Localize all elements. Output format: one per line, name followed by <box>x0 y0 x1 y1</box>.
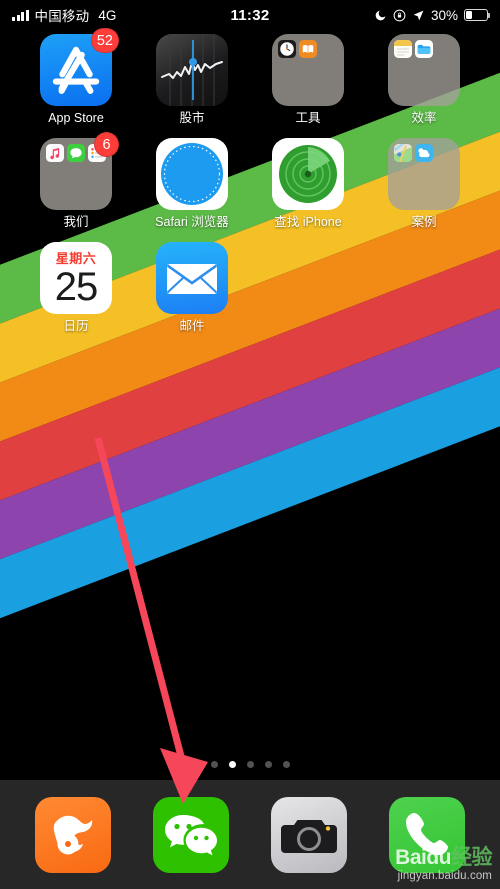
folder-icon-tools[interactable]: 工具 <box>250 34 366 126</box>
productivity-folder-wrap[interactable] <box>388 34 460 106</box>
app-icon-find-iphone[interactable]: 查找 iPhone <box>250 138 366 230</box>
battery-percent: 30% <box>430 7 458 23</box>
dock-app-wechat[interactable] <box>153 796 229 873</box>
app-icon-mail[interactable]: 邮件 <box>134 242 250 334</box>
stocks-icon[interactable] <box>156 34 228 106</box>
files-icon <box>415 40 433 58</box>
phone-icon[interactable] <box>389 796 465 873</box>
mail-icon[interactable] <box>156 242 228 314</box>
app-icon-calendar[interactable]: 星期六 25 日历 <box>18 242 134 334</box>
signal-bars-icon <box>12 9 29 21</box>
folder-icon-us[interactable]: 6 我们 <box>18 132 134 230</box>
calendar-weekday: 星期六 <box>55 251 97 266</box>
app-icon-app-store[interactable]: 52 App Store <box>18 28 134 126</box>
us-folder-wrap[interactable]: 6 <box>40 132 119 210</box>
folder-label-us: 我们 <box>63 215 89 229</box>
find-iphone-icon-wrap[interactable] <box>272 138 344 210</box>
status-bar-left: 中国移动 4G <box>12 5 116 25</box>
status-bar-right: 30% <box>374 7 491 23</box>
badge-app-store: 52 <box>90 28 119 53</box>
page-dot-4[interactable] <box>264 760 272 768</box>
folder-label-productivity: 效率 <box>411 111 437 125</box>
folder-label-cases: 案例 <box>411 215 437 229</box>
folder-icon[interactable] <box>388 34 460 106</box>
dock-app-camera[interactable] <box>271 796 347 873</box>
weather-icon <box>415 144 433 162</box>
dock-app-phone[interactable] <box>389 796 465 873</box>
wechat-icon[interactable] <box>153 796 229 873</box>
battery-icon <box>464 9 491 21</box>
books-icon <box>299 40 317 58</box>
calendar-icon-wrap[interactable]: 星期六 25 <box>40 242 112 314</box>
safari-icon[interactable] <box>156 138 228 210</box>
mail-icon-wrap[interactable] <box>156 242 228 314</box>
moon-icon <box>374 9 387 22</box>
uc-browser-icon[interactable] <box>35 796 111 873</box>
page-dot-5[interactable] <box>282 760 290 768</box>
app-icon-safari[interactable]: Safari 浏览器 <box>134 138 250 230</box>
folder-icon[interactable] <box>388 138 460 210</box>
stocks-icon-wrap[interactable] <box>156 34 228 106</box>
carrier-name: 中国移动 <box>34 9 90 24</box>
calendar-icon[interactable]: 星期六 25 <box>40 242 112 314</box>
status-bar: 中国移动 4G 11:32 30% <box>0 0 500 30</box>
location-arrow-icon <box>412 9 425 22</box>
app-label-stocks: 股市 <box>179 111 205 125</box>
app-grid: 52 App Store 股市 工具 效率 6 我们 Safari 浏览器 查找… <box>0 28 500 334</box>
cases-folder-wrap[interactable] <box>388 138 460 210</box>
clock-icon <box>278 40 296 58</box>
app-store-icon-wrap[interactable]: 52 <box>40 28 119 106</box>
calendar-day: 25 <box>54 265 98 309</box>
network-type: 4G <box>98 7 117 23</box>
app-label-find-iphone: 查找 iPhone <box>274 215 342 229</box>
page-dot-3[interactable] <box>246 760 254 768</box>
rotation-lock-icon <box>393 9 406 22</box>
page-dot-2[interactable] <box>228 760 236 768</box>
app-icon-stocks[interactable]: 股市 <box>134 34 250 126</box>
page-dots[interactable] <box>0 758 500 770</box>
maps-icon <box>394 144 412 162</box>
page-dot-1[interactable] <box>210 760 218 768</box>
app-label-app-store: App Store <box>48 111 104 125</box>
camera-icon[interactable] <box>271 796 347 873</box>
app-label-calendar: 日历 <box>63 319 89 333</box>
tools-folder-wrap[interactable] <box>272 34 344 106</box>
safari-icon-wrap[interactable] <box>156 138 228 210</box>
find-iphone-icon[interactable] <box>272 138 344 210</box>
messages-icon <box>67 144 85 162</box>
notes-icon <box>394 40 412 58</box>
badge-us-folder: 6 <box>94 132 119 157</box>
music-icon <box>46 144 64 162</box>
app-label-mail: 邮件 <box>179 319 205 333</box>
folder-icon-cases[interactable]: 案例 <box>366 138 482 230</box>
iphone-home-screen: 中国移动 4G 11:32 30% 52 App Store 股市 工具 效率 … <box>0 0 500 889</box>
folder-icon-productivity[interactable]: 效率 <box>366 34 482 126</box>
app-label-safari: Safari 浏览器 <box>155 215 229 229</box>
dock-app-uc-browser[interactable] <box>35 796 111 873</box>
folder-label-tools: 工具 <box>295 111 321 125</box>
folder-icon[interactable] <box>272 34 344 106</box>
dock <box>0 780 500 889</box>
